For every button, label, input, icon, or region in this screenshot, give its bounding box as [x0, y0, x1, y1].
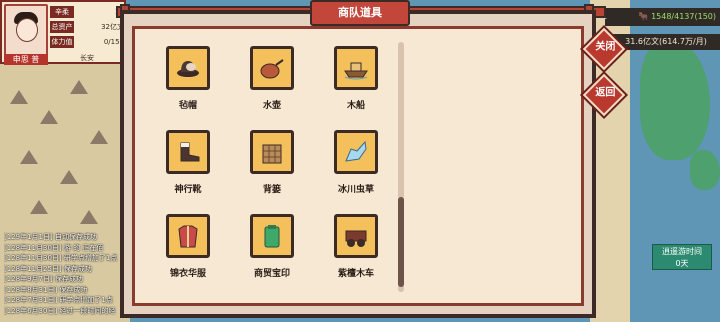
log-line: [129年1月1日] 自动保存成功 — [4, 233, 97, 241]
glacier-cordyceps-icon — [345, 140, 367, 162]
stat-key: 辛柔 — [50, 6, 74, 18]
item-label: 锦衣华服 — [169, 269, 206, 279]
stat-key: 体力值 — [50, 36, 74, 48]
scrollbar-thumb[interactable] — [398, 197, 404, 287]
water-pot-icon — [260, 59, 284, 79]
money-display: 31.6亿文(614.7万/月) — [612, 34, 720, 50]
log-line: [128年8月31日] 保存成功 — [4, 285, 88, 294]
wooden-boat-icon — [344, 62, 368, 80]
cart-icon: 🐂 — [638, 12, 652, 21]
free-time-box[interactable]: 逍遥游时间 0天 — [652, 244, 712, 270]
item-slot[interactable]: 锦衣华服 — [158, 214, 218, 286]
free-time-value: 0天 — [675, 259, 689, 268]
log-line: [128年6月30日] 经过一段时间的经 — [4, 306, 116, 315]
item-label: 紫檀木车 — [337, 269, 374, 279]
trade-seal-icon — [264, 225, 280, 248]
log-line: [128年9月7日] 保存成功 — [4, 275, 83, 283]
caravan-capacity: 1548/4137(150) — [651, 12, 716, 21]
item-label: 背篓 — [262, 185, 281, 195]
stat-key: 总资产 — [50, 21, 74, 33]
item-slot[interactable]: 冰川虫草 — [326, 130, 386, 202]
log-line: [128年11月25日] 保存成功 — [4, 264, 92, 273]
stat-value: 0/150 — [103, 38, 124, 46]
item-slot[interactable]: 商贸宝印 — [242, 214, 302, 286]
player-name: 申思 普 — [4, 54, 48, 65]
panel-title: 商队道具 — [310, 0, 410, 26]
close-button-label: 关闭 — [595, 41, 616, 53]
stat-value: 32亿文 — [101, 23, 124, 31]
player-card[interactable]: 申思 普 辛柔 33 总资产 32亿文 体力值 0/150 长安 — [0, 0, 126, 65]
stat-row: 辛柔 33 — [50, 6, 124, 18]
current-city: 长安 — [80, 54, 94, 62]
scrollbar[interactable] — [398, 42, 404, 292]
log-line: [128年7月31日] 研学点增加了1点 — [4, 296, 113, 304]
boots-icon — [180, 142, 200, 162]
silk-robe-icon — [178, 225, 198, 248]
item-slot[interactable]: 紫檀木车 — [326, 214, 386, 286]
stat-row: 总资产 32亿文 — [50, 21, 124, 33]
item-slot[interactable]: 水壶 — [242, 46, 302, 118]
stat-row: 体力值 0/150 — [50, 36, 124, 48]
felt-hat-icon — [177, 61, 199, 77]
back-button-label: 返回 — [595, 87, 616, 99]
item-slot[interactable]: 背篓 — [242, 130, 302, 202]
rosewood-cart-icon — [345, 230, 367, 247]
item-label: 水壶 — [262, 101, 281, 111]
item-slot[interactable]: 木船 — [326, 46, 386, 118]
log-line: [128年11月30日] 游 的 正在佰 — [4, 243, 104, 252]
item-label: 冰川虫草 — [337, 185, 374, 195]
item-slot[interactable]: 神行靴 — [158, 130, 218, 202]
item-label: 木船 — [346, 101, 365, 111]
backpack-basket-icon — [262, 144, 282, 164]
item-label: 毡帽 — [178, 101, 197, 111]
free-time-label: 逍遥游时间 — [662, 247, 702, 256]
log-line: [128年11月30日] 研学点增加了1点 — [4, 254, 118, 262]
item-label: 商贸宝印 — [253, 269, 290, 279]
avatar[interactable] — [4, 4, 48, 56]
event-log: [129年1月1日] 自动保存成功 [128年11月30日] 游 的 正在佰 [… — [4, 232, 128, 318]
caravan-capacity-bar: 91 🐂 1548/4137(150) — [597, 8, 720, 26]
item-label: 神行靴 — [174, 185, 202, 195]
item-slot[interactable]: 毡帽 — [158, 46, 218, 118]
